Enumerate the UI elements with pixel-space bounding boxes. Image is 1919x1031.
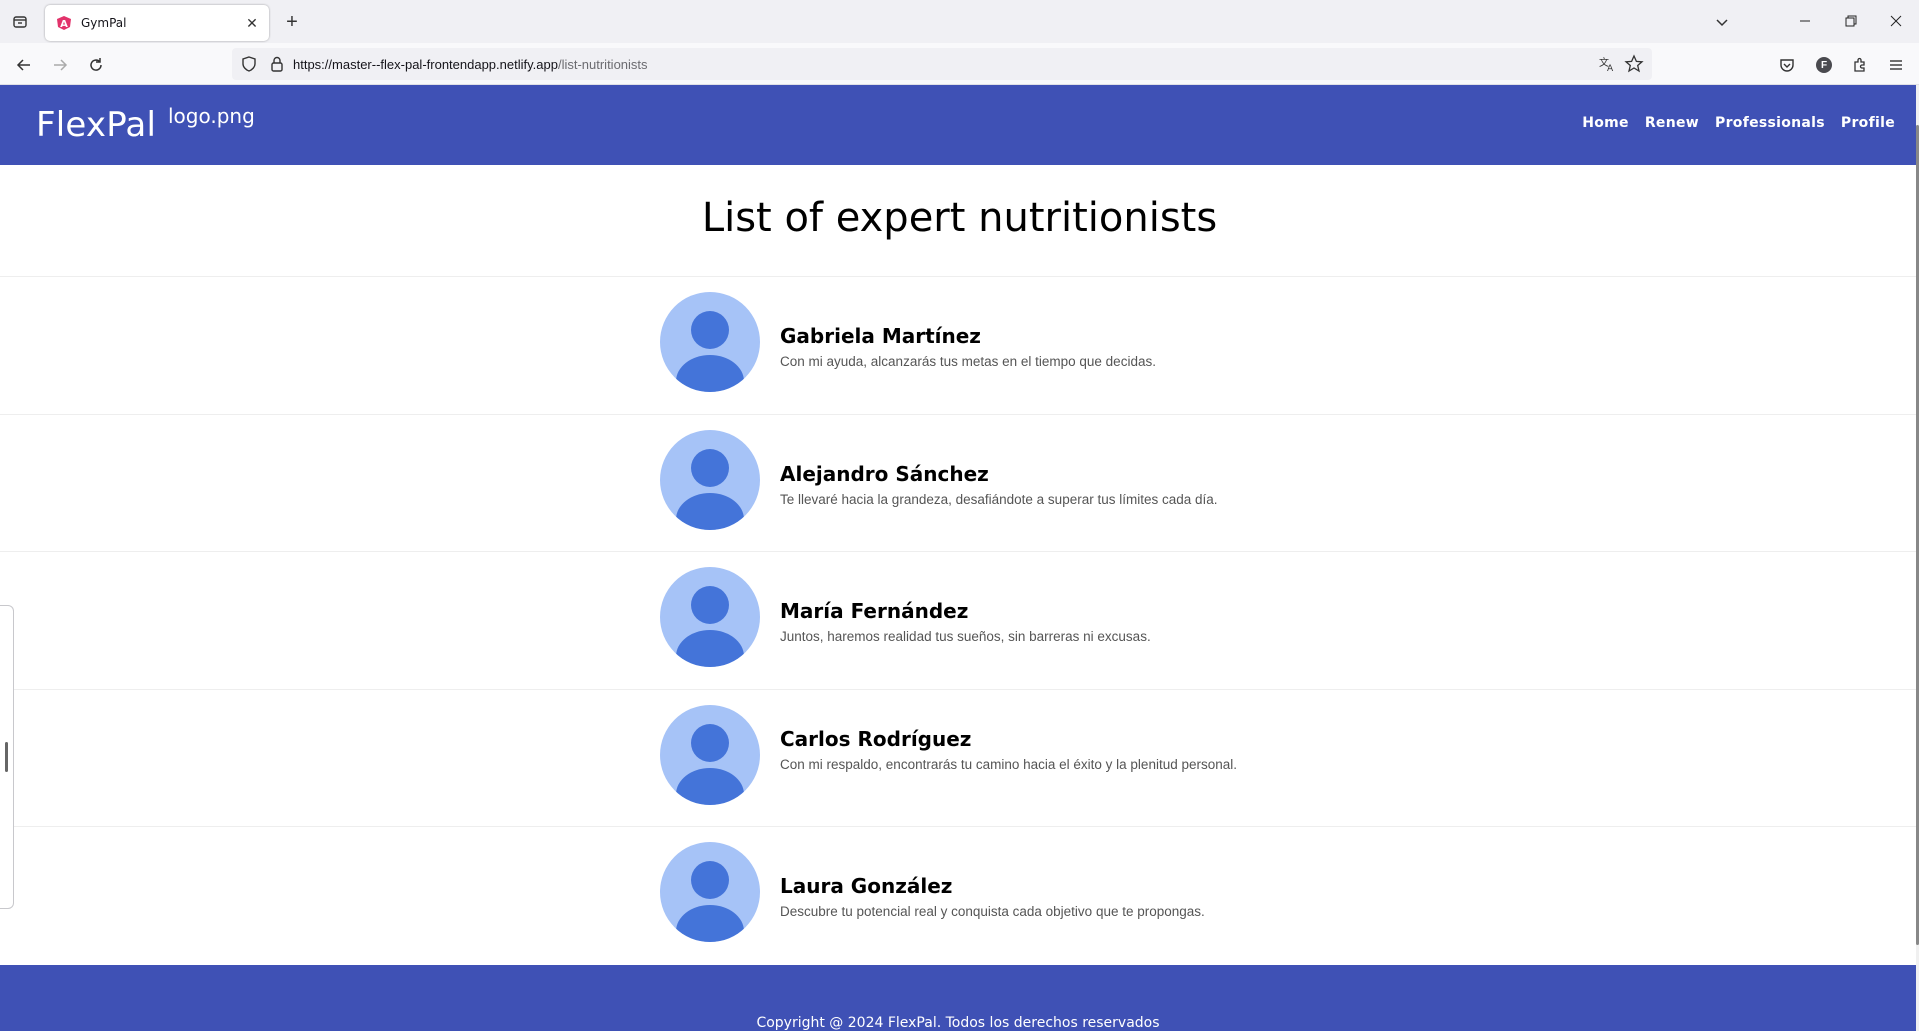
svg-text:A: A	[60, 19, 68, 30]
menu-item-renew[interactable]: Renew	[1645, 115, 1699, 131]
nutritionist-description: Te llevaré hacia la grandeza, desafiándo…	[780, 491, 1218, 507]
url-text[interactable]: https://master--flex-pal-frontendapp.net…	[293, 57, 648, 72]
nutritionist-list-item[interactable]: Carlos Rodríguez Con mi respaldo, encont…	[0, 690, 1916, 827]
avatar-icon	[660, 429, 760, 530]
side-panel-handle[interactable]	[0, 605, 14, 909]
bookmark-star-icon[interactable]	[1624, 54, 1644, 74]
logo-broken-image[interactable]: logo.png	[168, 104, 255, 128]
menu-item-professionals[interactable]: Professionals	[1715, 115, 1825, 131]
site-footer: Copyright @ 2024 FlexPal. Todos los dere…	[0, 965, 1916, 1031]
new-tab-icon[interactable]: +	[280, 10, 304, 34]
account-icon[interactable]: F	[1814, 55, 1834, 75]
nutritionist-list-item[interactable]: María Fernández Juntos, haremos realidad…	[0, 552, 1916, 690]
chevron-down-icon[interactable]	[1710, 10, 1734, 34]
tab-close-icon[interactable]: ✕	[243, 14, 261, 32]
grip-icon[interactable]	[5, 742, 8, 772]
angular-favicon-icon: A	[55, 14, 73, 32]
address-bar[interactable]: https://master--flex-pal-frontendapp.net…	[232, 48, 1652, 80]
site-header: FlexPal logo.png Home Renew Professional…	[0, 85, 1916, 165]
svg-text:A: A	[1607, 64, 1614, 73]
menu-hamburger-icon[interactable]	[1886, 55, 1906, 75]
nutritionist-name: Gabriela Martínez	[780, 324, 981, 348]
menu-item-profile[interactable]: Profile	[1841, 115, 1895, 131]
translate-icon[interactable]: 文A	[1598, 55, 1616, 74]
extensions-icon[interactable]	[1850, 55, 1870, 75]
forward-icon[interactable]	[47, 52, 73, 78]
nutritionist-name: Carlos Rodríguez	[780, 726, 972, 751]
url-path: /list-nutritionists	[557, 57, 648, 72]
browser-nav-bar: https://master--flex-pal-frontendapp.net…	[0, 43, 1919, 85]
nutritionist-description: Con mi ayuda, alcanzarás tus metas en el…	[780, 354, 1156, 369]
nutritionist-list-item[interactable]: Alejandro Sánchez Te llevaré hacia la gr…	[0, 415, 1916, 552]
nutritionist-text: Laura González Descubre tu potencial rea…	[780, 874, 1260, 922]
nutritionist-description: Descubre tu potencial real y conquista c…	[780, 904, 1205, 919]
lock-icon[interactable]	[268, 55, 286, 73]
nutritionist-name: Alejandro Sánchez	[780, 461, 989, 486]
nutritionist-list-item[interactable]: Laura González Descubre tu potencial rea…	[0, 827, 1916, 965]
account-avatar: F	[1816, 57, 1832, 73]
tab-title: GymPal	[81, 16, 127, 30]
brand-name[interactable]: FlexPal	[36, 105, 156, 145]
avatar-icon	[660, 567, 760, 667]
shield-icon[interactable]	[240, 55, 258, 73]
nutritionist-description: Con mi respaldo, encontrarás tu camino h…	[780, 756, 1238, 772]
pocket-icon[interactable]	[1777, 55, 1797, 75]
browser-tab[interactable]: A GymPal ✕	[45, 5, 269, 41]
restore-icon[interactable]	[1828, 6, 1874, 36]
nutritionist-text: Gabriela Martínez Con mi ayuda, alcanzar…	[780, 324, 1260, 372]
nutritionist-description: Juntos, haremos realidad tus sueños, sin…	[780, 629, 1151, 644]
copyright-text: Copyright @ 2024 FlexPal. Todos los dere…	[756, 1015, 1160, 1031]
back-icon[interactable]	[11, 52, 37, 78]
page-title: List of expert nutritionists	[701, 195, 1218, 241]
nutritionist-text: María Fernández Juntos, haremos realidad…	[780, 599, 1260, 647]
nutritionist-list: Gabriela Martínez Con mi ayuda, alcanzar…	[0, 277, 1916, 965]
tab-list-icon[interactable]	[8, 10, 32, 34]
nutritionist-text: Alejandro Sánchez Te llevaré hacia la gr…	[780, 462, 1260, 510]
avatar-icon	[660, 842, 760, 942]
close-window-icon[interactable]	[1873, 6, 1919, 36]
nutritionist-list-item[interactable]: Gabriela Martínez Con mi ayuda, alcanzar…	[0, 277, 1916, 415]
main-menu: Home Renew Professionals Profile	[1566, 115, 1895, 131]
reload-icon[interactable]	[83, 52, 109, 78]
url-host: https://master--flex-pal-frontendapp.net…	[293, 57, 558, 72]
avatar-icon	[660, 292, 760, 392]
browser-tab-bar: A GymPal ✕ +	[0, 0, 1919, 43]
menu-item-home[interactable]: Home	[1582, 115, 1629, 131]
nutritionist-name: María Fernández	[780, 599, 969, 623]
nutritionist-name: Laura González	[780, 874, 953, 898]
nutritionist-text: Carlos Rodríguez Con mi respaldo, encont…	[780, 727, 1240, 775]
minimize-icon[interactable]	[1782, 6, 1828, 36]
avatar-icon	[660, 704, 760, 805]
